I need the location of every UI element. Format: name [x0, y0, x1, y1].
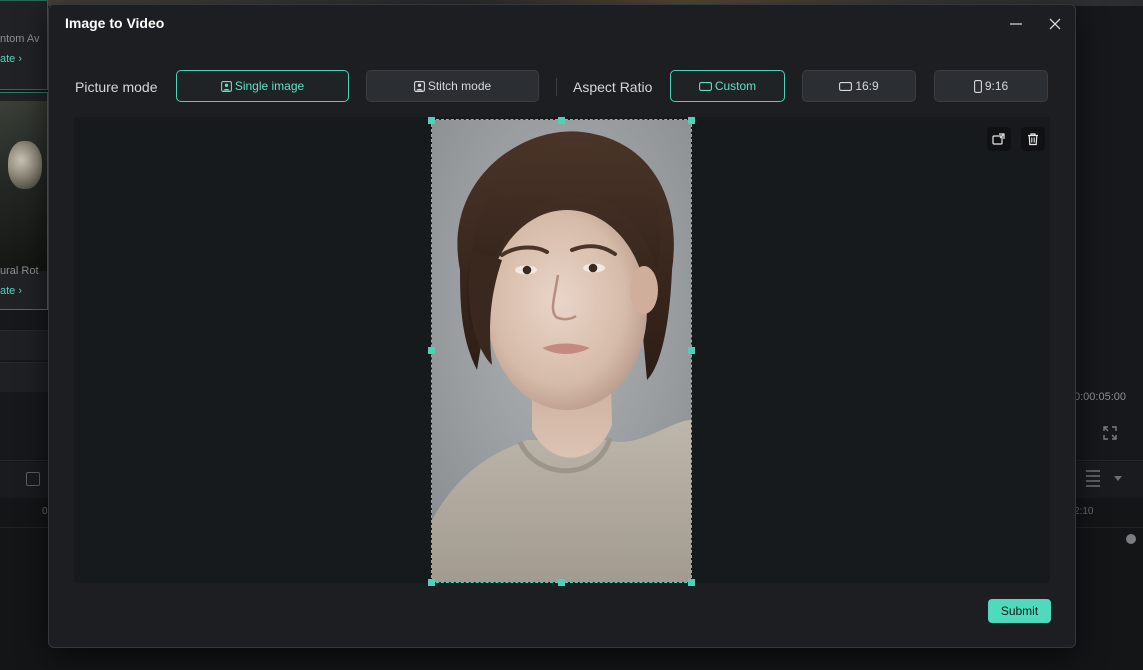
template-card-title: ural Rot: [0, 265, 39, 277]
template-card-link[interactable]: ate ›: [0, 53, 22, 65]
close-icon: [1049, 18, 1061, 30]
template-card[interactable]: ntom Av ate ›: [0, 0, 48, 90]
resize-handle-bottom[interactable]: [558, 579, 565, 586]
resize-handle-bottom-right[interactable]: [688, 579, 695, 586]
image-canvas: [74, 117, 1050, 586]
resize-handle-left[interactable]: [428, 347, 435, 354]
panel-row: [0, 330, 48, 360]
template-thumbnail: [0, 101, 47, 271]
delete-image-button[interactable]: [1021, 127, 1045, 151]
aspect-16-9-label: 16:9: [855, 79, 879, 93]
template-card[interactable]: ural Rot ate ›: [0, 92, 48, 310]
chevron-down-icon[interactable]: [1114, 476, 1122, 482]
aspect-9-16-label: 9:16: [984, 79, 1009, 93]
fullscreen-icon[interactable]: [1103, 426, 1117, 440]
trash-icon: [1028, 133, 1038, 146]
resize-handle-top[interactable]: [558, 117, 565, 124]
minimize-button[interactable]: [1003, 11, 1029, 37]
stitch-mode-label: Stitch mode: [427, 79, 492, 93]
portrait-icon: [220, 80, 232, 92]
panel-row: [0, 362, 48, 392]
aspect-9-16-button[interactable]: 9:16: [934, 70, 1048, 102]
aspect-16-9-button[interactable]: 16:9: [802, 70, 916, 102]
image-to-video-dialog: Image to Video Picture mode Single image…: [48, 4, 1076, 648]
aspect-custom-label: Custom: [714, 79, 757, 93]
landscape-frame-icon: [839, 81, 853, 91]
dialog-title: Image to Video: [65, 15, 165, 31]
zombie-face-image: [8, 141, 42, 189]
uploaded-portrait-image[interactable]: [432, 120, 691, 582]
submit-button[interactable]: Submit: [988, 599, 1051, 623]
resize-handle-right[interactable]: [688, 347, 695, 354]
ruler-tick: 2:10: [1074, 506, 1094, 517]
minimize-icon: [1010, 23, 1022, 25]
portrait-frame-icon: [973, 79, 982, 93]
resize-handle-bottom-left[interactable]: [428, 579, 435, 586]
single-image-label: Single image: [234, 79, 305, 93]
replace-image-button[interactable]: [987, 127, 1011, 151]
snapshot-icon[interactable]: [26, 472, 40, 486]
landscape-frame-icon: [698, 81, 712, 91]
picture-mode-label: Picture mode: [75, 79, 158, 95]
ruler-tick: 0: [42, 506, 48, 517]
track-list-icon[interactable]: [1086, 470, 1100, 488]
stitch-mode-button[interactable]: Stitch mode: [366, 70, 539, 102]
resize-handle-top-right[interactable]: [688, 117, 695, 124]
single-image-button[interactable]: Single image: [176, 70, 349, 102]
replace-image-icon: [992, 133, 1005, 145]
scroll-handle[interactable]: [1126, 534, 1136, 544]
aspect-ratio-label: Aspect Ratio: [573, 79, 653, 95]
template-card-title: ntom Av: [0, 33, 40, 45]
resize-handle-top-left[interactable]: [428, 117, 435, 124]
template-card-link[interactable]: ate ›: [0, 285, 22, 297]
timecode-readout: 0:00:05:00: [1074, 391, 1126, 403]
portrait-icon: [413, 80, 425, 92]
close-button[interactable]: [1042, 11, 1068, 37]
aspect-custom-button[interactable]: Custom: [670, 70, 785, 102]
toolbar-divider: [556, 78, 557, 96]
portrait-photo: [432, 120, 691, 582]
